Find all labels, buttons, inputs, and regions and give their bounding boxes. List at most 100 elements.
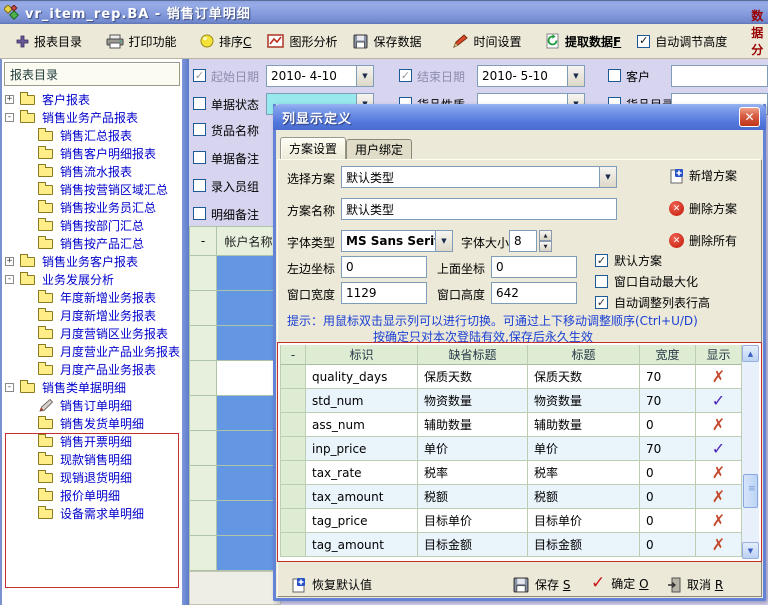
account-name-header[interactable]: 帐户名称 [217, 226, 281, 256]
window-width-input[interactable] [341, 282, 427, 304]
tree-item[interactable]: 月度营业产品业务报表 [2, 342, 184, 360]
tree-item-sales-customer-reports[interactable]: +销售业务客户报表 [2, 252, 184, 270]
end-date-checkbox[interactable] [399, 69, 412, 82]
expand-toggle-icon[interactable]: + [5, 95, 14, 104]
column-row-ass-num[interactable]: ass_num辅助数量 辅助数量0 ✗ [280, 413, 742, 437]
column-row-tag-price[interactable]: tag_price目标单价 目标单价0 ✗ [280, 509, 742, 533]
dropdown-arrow-icon[interactable] [567, 66, 584, 86]
tree-item[interactable]: 销售按营销区域汇总 [2, 180, 184, 198]
delete-plan-button[interactable]: ✕ 删除方案 [669, 200, 737, 217]
fetch-data-button[interactable]: 提取数据F [539, 30, 627, 53]
grid-row[interactable] [189, 396, 281, 431]
end-date-combobox[interactable]: 2010- 5-10 [477, 65, 585, 87]
goods-name-checkbox[interactable] [193, 123, 206, 136]
header-width[interactable]: 宽度 [640, 345, 696, 365]
ok-button[interactable]: ✓ 确定 O [591, 573, 649, 593]
hidden-mark-icon[interactable]: ✗ [712, 367, 725, 386]
grid-row[interactable] [189, 291, 281, 326]
tree-item[interactable]: 报价单明细 [2, 486, 184, 504]
collapse-toggle-icon[interactable]: - [5, 383, 14, 392]
auto-max-checkbox[interactable] [595, 275, 608, 288]
dropdown-arrow-icon[interactable] [599, 167, 616, 187]
dialog-close-button[interactable]: ✕ [739, 107, 760, 127]
scroll-thumb[interactable] [743, 474, 758, 508]
window-height-input[interactable] [491, 282, 577, 304]
start-date-combobox[interactable]: 2010- 4-10 [266, 65, 374, 87]
spin-up-icon[interactable]: ▲ [539, 230, 552, 241]
save-button[interactable]: 保存 S [513, 576, 570, 593]
grid-row[interactable] [189, 536, 281, 571]
auto-max-check[interactable]: 窗口自动最大化 [595, 273, 698, 290]
tree-item[interactable]: 月度营销区业务报表 [2, 324, 184, 342]
expand-toggle-icon[interactable]: + [5, 257, 14, 266]
doc-note-checkbox[interactable] [193, 151, 206, 164]
tree-item[interactable]: 销售客户明细报表 [2, 144, 184, 162]
header-title[interactable]: 标题 [528, 345, 640, 365]
collapse-toggle-icon[interactable]: - [5, 275, 14, 284]
delete-all-button[interactable]: ✕ 删除所有 [669, 232, 737, 249]
tree-item-business-development[interactable]: -业务发展分析 [2, 270, 184, 288]
print-button[interactable]: 打印功能 [100, 30, 183, 53]
font-size-input[interactable] [509, 230, 537, 252]
column-row-tag-amount[interactable]: tag_amount目标金额 目标金额0 ✗ [280, 533, 742, 557]
column-row-tax-rate[interactable]: tax_rate税率 税率0 ✗ [280, 461, 742, 485]
customer-input[interactable] [671, 65, 768, 87]
header-show[interactable]: 显示 [696, 345, 742, 365]
tree-item[interactable]: 设备需求单明细 [2, 504, 184, 522]
tree-item[interactable]: 销售流水报表 [2, 162, 184, 180]
header-default-title[interactable]: 缺省标题 [418, 345, 528, 365]
header-id[interactable]: 标识 [306, 345, 418, 365]
auto-height-checkbox[interactable] [637, 35, 650, 48]
auto-height-toggle[interactable]: 自动调节高度 [631, 30, 733, 53]
top-coord-input[interactable] [491, 256, 577, 278]
collapse-toggle-icon[interactable]: - [5, 113, 14, 122]
tree-item-sales-doc-details[interactable]: -销售类单据明细 [2, 378, 184, 396]
tree-item-sales-product-reports[interactable]: -销售业务产品报表 [2, 108, 184, 126]
tree-item[interactable]: 年度新增业务报表 [2, 288, 184, 306]
tree-item[interactable]: 现款销售明细 [2, 450, 184, 468]
scroll-track[interactable] [742, 362, 759, 542]
chart-analysis-button[interactable]: 图形分析 [261, 30, 343, 53]
font-size-spinner[interactable]: ▲▼ [539, 230, 552, 252]
dropdown-arrow-icon[interactable] [435, 231, 452, 251]
scroll-down-icon[interactable]: ▼ [742, 542, 759, 559]
font-type-combobox[interactable]: MS Sans Serif [341, 230, 453, 252]
default-plan-checkbox[interactable] [595, 254, 608, 267]
hidden-mark-icon[interactable]: ✗ [712, 487, 725, 506]
tab-plan-settings[interactable]: 方案设置 [280, 137, 346, 159]
cancel-button[interactable]: 取消 R [667, 576, 723, 593]
grid-row[interactable] [189, 326, 281, 361]
tree-item[interactable]: 销售按部门汇总 [2, 216, 184, 234]
grid-row[interactable] [189, 256, 281, 291]
grid-row[interactable] [189, 501, 281, 536]
hidden-mark-icon[interactable]: ✗ [712, 535, 725, 554]
auto-row-height-check[interactable]: 自动调整列表行高 [595, 294, 710, 311]
grid-row[interactable] [189, 466, 281, 501]
report-dir-button[interactable]: 报表目录 [10, 30, 88, 53]
tree-item[interactable]: 现销退货明细 [2, 468, 184, 486]
sort-button[interactable]: 排序C [194, 30, 257, 53]
select-plan-combobox[interactable]: 默认类型 [341, 166, 617, 188]
time-setting-button[interactable]: 时间设置 [446, 30, 527, 53]
tab-user-binding[interactable]: 用户绑定 [346, 139, 412, 159]
hidden-mark-icon[interactable]: ✗ [712, 463, 725, 482]
start-date-checkbox[interactable] [193, 69, 206, 82]
save-data-button[interactable]: 保存数据 [347, 30, 427, 53]
column-row-tax-amount[interactable]: tax_amount税额 税额0 ✗ [280, 485, 742, 509]
table-scrollbar[interactable]: ▲ ▼ [742, 345, 759, 559]
entry-group-checkbox[interactable] [193, 179, 206, 192]
tree-item-sales-order-detail-selected[interactable]: 销售订单明细 [2, 396, 184, 414]
grid-row[interactable] [189, 431, 281, 466]
plan-name-input[interactable] [341, 198, 617, 220]
column-row-quality-days[interactable]: quality_days保质天数 保质天数70 ✗ [280, 365, 742, 389]
shown-mark-icon[interactable]: ✓ [712, 439, 725, 458]
tree-item[interactable]: 销售汇总报表 [2, 126, 184, 144]
left-coord-input[interactable] [341, 256, 427, 278]
tree-item[interactable]: 销售开票明细 [2, 432, 184, 450]
doc-status-checkbox[interactable] [193, 97, 206, 110]
default-plan-check[interactable]: 默认方案 [595, 252, 662, 269]
shown-mark-icon[interactable]: ✓ [712, 391, 725, 410]
detail-note-checkbox[interactable] [193, 207, 206, 220]
grid-row-selected[interactable] [189, 361, 281, 396]
tree-item-customer-reports[interactable]: +客户报表 [2, 90, 184, 108]
